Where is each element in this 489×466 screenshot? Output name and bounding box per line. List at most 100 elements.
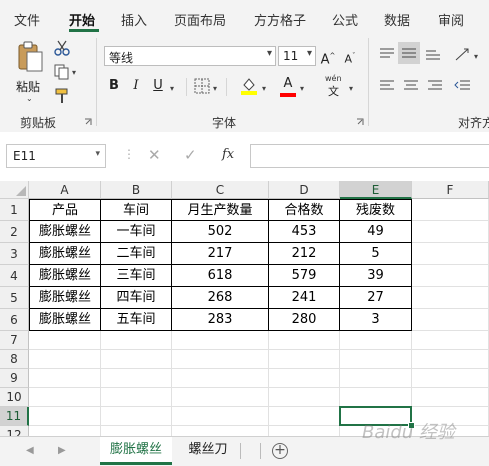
fill-color-icon[interactable] (240, 76, 258, 96)
cell-a8[interactable] (29, 350, 101, 369)
cell-a12[interactable] (29, 426, 101, 436)
orientation-dropdown-icon[interactable]: ▾ (474, 52, 478, 61)
tab-0[interactable]: 文件 (14, 10, 40, 29)
cell-c2[interactable]: 502 (172, 221, 269, 243)
cell-f10[interactable] (412, 388, 489, 407)
tab-1[interactable]: 开始 (69, 10, 95, 29)
cell-b10[interactable] (101, 388, 172, 407)
underline-button[interactable]: U (150, 76, 166, 96)
column-header-b[interactable]: B (101, 181, 172, 199)
cell-d11[interactable] (269, 407, 340, 426)
row-header-6[interactable]: 6 (0, 309, 29, 331)
tab-5[interactable]: 公式 (332, 10, 358, 29)
cell-b9[interactable] (101, 369, 172, 388)
column-header-f[interactable]: F (412, 181, 489, 199)
font-name-dropdown[interactable]: 等线 ▾ (104, 46, 276, 66)
borders-dropdown-icon[interactable]: ▾ (213, 84, 217, 93)
cell-c7[interactable] (172, 331, 269, 350)
cell-a9[interactable] (29, 369, 101, 388)
cell-f9[interactable] (412, 369, 489, 388)
enter-icon[interactable]: ✓ (184, 146, 197, 164)
row-header-2[interactable]: 2 (0, 221, 29, 243)
cell-c11[interactable] (172, 407, 269, 426)
cell-e7[interactable] (340, 331, 412, 350)
cell-d7[interactable] (269, 331, 340, 350)
cell-b3[interactable]: 二车间 (101, 243, 172, 265)
select-all-corner[interactable] (0, 181, 29, 199)
row-header-12[interactable]: 12 (0, 426, 29, 436)
cell-a3[interactable]: 膨胀螺丝 (29, 243, 101, 265)
cell-a5[interactable]: 膨胀螺丝 (29, 287, 101, 309)
cell-b12[interactable] (101, 426, 172, 436)
row-header-5[interactable]: 5 (0, 287, 29, 309)
cell-e2[interactable]: 49 (340, 221, 412, 243)
underline-dropdown-icon[interactable]: ▾ (170, 84, 174, 93)
cell-c4[interactable]: 618 (172, 265, 269, 287)
grow-font-button[interactable]: A^ (320, 46, 336, 70)
cell-f8[interactable] (412, 350, 489, 369)
cell-d6[interactable]: 280 (269, 309, 340, 331)
cell-d1[interactable]: 合格数 (269, 199, 340, 221)
cell-a11[interactable] (29, 407, 101, 426)
cell-c5[interactable]: 268 (172, 287, 269, 309)
row-header-10[interactable]: 10 (0, 388, 29, 407)
font-color-dropdown-icon[interactable]: ▾ (300, 84, 304, 93)
cell-a10[interactable] (29, 388, 101, 407)
cell-b6[interactable]: 五车间 (101, 309, 172, 331)
cell-c6[interactable]: 283 (172, 309, 269, 331)
sheet-scroll-left-icon[interactable]: ◀ (26, 445, 34, 456)
row-header-7[interactable]: 7 (0, 331, 29, 350)
cell-f6[interactable] (412, 309, 489, 331)
cell-a1[interactable]: 产品 (29, 199, 101, 221)
cell-e4[interactable]: 39 (340, 265, 412, 287)
cell-d8[interactable] (269, 350, 340, 369)
cell-b2[interactable]: 一车间 (101, 221, 172, 243)
sheet-scroll-right-icon[interactable]: ▶ (58, 445, 66, 456)
align-left-icon[interactable] (378, 78, 396, 94)
row-header-1[interactable]: 1 (0, 199, 29, 221)
font-size-dropdown[interactable]: 11 ▾ (278, 46, 316, 66)
column-header-e[interactable]: E (340, 181, 412, 199)
row-header-9[interactable]: 9 (0, 369, 29, 388)
cell-a4[interactable]: 膨胀螺丝 (29, 265, 101, 287)
cell-a7[interactable] (29, 331, 101, 350)
cell-b11[interactable] (101, 407, 172, 426)
copy-icon[interactable] (54, 64, 70, 80)
cell-d5[interactable]: 241 (269, 287, 340, 309)
cell-d4[interactable]: 579 (269, 265, 340, 287)
column-header-a[interactable]: A (29, 181, 101, 199)
column-header-c[interactable]: C (172, 181, 269, 199)
tab-2[interactable]: 插入 (121, 10, 147, 29)
row-header-8[interactable]: 8 (0, 350, 29, 369)
align-middle-button[interactable] (398, 42, 420, 64)
cell-f5[interactable] (412, 287, 489, 309)
cell-f7[interactable] (412, 331, 489, 350)
italic-button[interactable]: I (128, 76, 144, 96)
cell-f3[interactable] (412, 243, 489, 265)
shrink-font-button[interactable]: Aˇ (342, 46, 358, 70)
phonetic-guide-button[interactable]: wén 文 (324, 74, 346, 98)
paste-dropdown-icon[interactable]: ⌄ (26, 94, 33, 103)
tab-3[interactable]: 页面布局 (174, 10, 226, 29)
clipboard-dialog-launcher-icon[interactable] (84, 118, 92, 126)
copy-dropdown-icon[interactable]: ▾ (72, 68, 76, 77)
sheet-tab-0[interactable]: 膨胀螺丝 (100, 437, 172, 465)
cancel-icon[interactable]: ✕ (148, 146, 161, 164)
insert-function-icon[interactable]: fx (222, 147, 234, 162)
decrease-indent-icon[interactable] (454, 78, 472, 94)
align-right-icon[interactable] (426, 78, 444, 94)
fill-color-dropdown-icon[interactable]: ▾ (262, 84, 266, 93)
borders-icon[interactable] (194, 78, 210, 94)
cell-c10[interactable] (172, 388, 269, 407)
font-dialog-launcher-icon[interactable] (356, 118, 364, 126)
cell-c8[interactable] (172, 350, 269, 369)
format-painter-icon[interactable] (54, 88, 70, 104)
tab-4[interactable]: 方方格子 (254, 10, 306, 29)
cell-d12[interactable] (269, 426, 340, 436)
cell-d9[interactable] (269, 369, 340, 388)
cut-icon[interactable] (54, 40, 70, 56)
cell-f4[interactable] (412, 265, 489, 287)
column-header-d[interactable]: D (269, 181, 340, 199)
cell-e9[interactable] (340, 369, 412, 388)
cell-b4[interactable]: 三车间 (101, 265, 172, 287)
